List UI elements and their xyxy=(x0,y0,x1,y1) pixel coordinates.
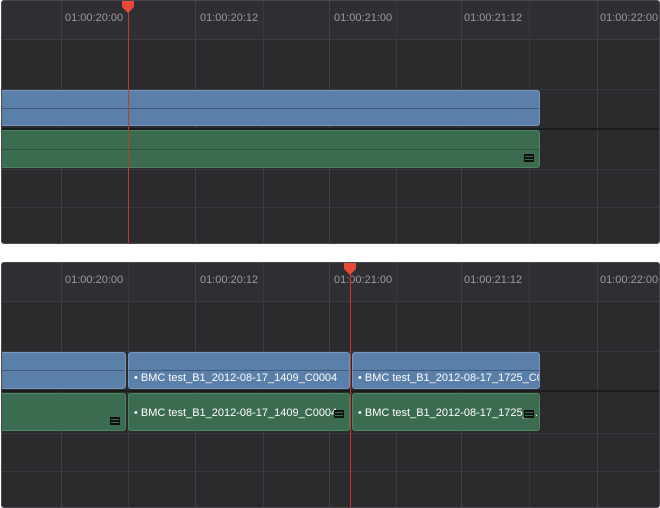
playhead-line[interactable] xyxy=(128,1,129,243)
audio-waveform-icon xyxy=(524,410,534,418)
timeline-panel-before: 01:00:20:00 01:00:20:12 01:00:21:00 01:0… xyxy=(1,0,660,244)
video-clip[interactable] xyxy=(2,352,126,389)
playhead-line[interactable] xyxy=(350,263,351,507)
video-clip[interactable]: • BMC test_B1_2012-08-17_1725_C0... xyxy=(352,352,540,389)
audio-waveform-icon xyxy=(524,154,534,162)
audio-waveform-icon xyxy=(334,410,344,418)
timecode-label: 01:00:21:00 xyxy=(334,274,393,286)
timecode-label: 01:00:20:12 xyxy=(200,12,259,24)
timecode-label: 01:00:20:00 xyxy=(65,12,124,24)
video-clip[interactable] xyxy=(2,90,540,126)
audio-waveform-icon xyxy=(110,417,120,425)
clip-name: • BMC test_B1_2012-08-17_1725_... xyxy=(358,407,538,419)
playhead-marker-icon[interactable] xyxy=(122,1,134,13)
timecode-label: 01:00:21:12 xyxy=(464,274,523,286)
audio-clip[interactable]: • BMC test_B1_2012-08-17_1409_C0004 xyxy=(128,393,350,431)
timecode-label: 01:00:22:00 xyxy=(600,274,659,286)
track-guide xyxy=(2,207,659,208)
clip-name: • BMC test_B1_2012-08-17_1725_C0... xyxy=(358,372,540,384)
timecode-label: 01:00:21:00 xyxy=(334,12,393,24)
track-guide xyxy=(2,433,659,434)
playhead-marker-icon[interactable] xyxy=(344,263,356,275)
timeline-panel-after: 01:00:20:00 01:00:20:12 01:00:21:00 01:0… xyxy=(1,262,660,508)
audio-clip[interactable] xyxy=(2,130,540,168)
timecode-label: 01:00:20:00 xyxy=(65,274,124,286)
timecode-label: 01:00:20:12 xyxy=(200,274,259,286)
timecode-label: 01:00:22:00 xyxy=(600,12,659,24)
audio-clip[interactable] xyxy=(2,393,126,431)
timecode-ruler[interactable]: 01:00:20:00 01:00:20:12 01:00:21:00 01:0… xyxy=(2,263,659,302)
track-divider xyxy=(2,390,659,392)
clip-name: • BMC test_B1_2012-08-17_1409_C0004 xyxy=(134,372,338,384)
clip-name: • BMC test_B1_2012-08-17_1409_C0004 xyxy=(134,407,338,419)
video-clip[interactable]: • BMC test_B1_2012-08-17_1409_C0004 xyxy=(128,352,350,389)
audio-clip[interactable]: • BMC test_B1_2012-08-17_1725_... xyxy=(352,393,540,431)
timecode-ruler[interactable]: 01:00:20:00 01:00:20:12 01:00:21:00 01:0… xyxy=(2,1,659,40)
track-guide xyxy=(2,169,659,170)
track-guide xyxy=(2,471,659,472)
timecode-label: 01:00:21:12 xyxy=(464,12,523,24)
